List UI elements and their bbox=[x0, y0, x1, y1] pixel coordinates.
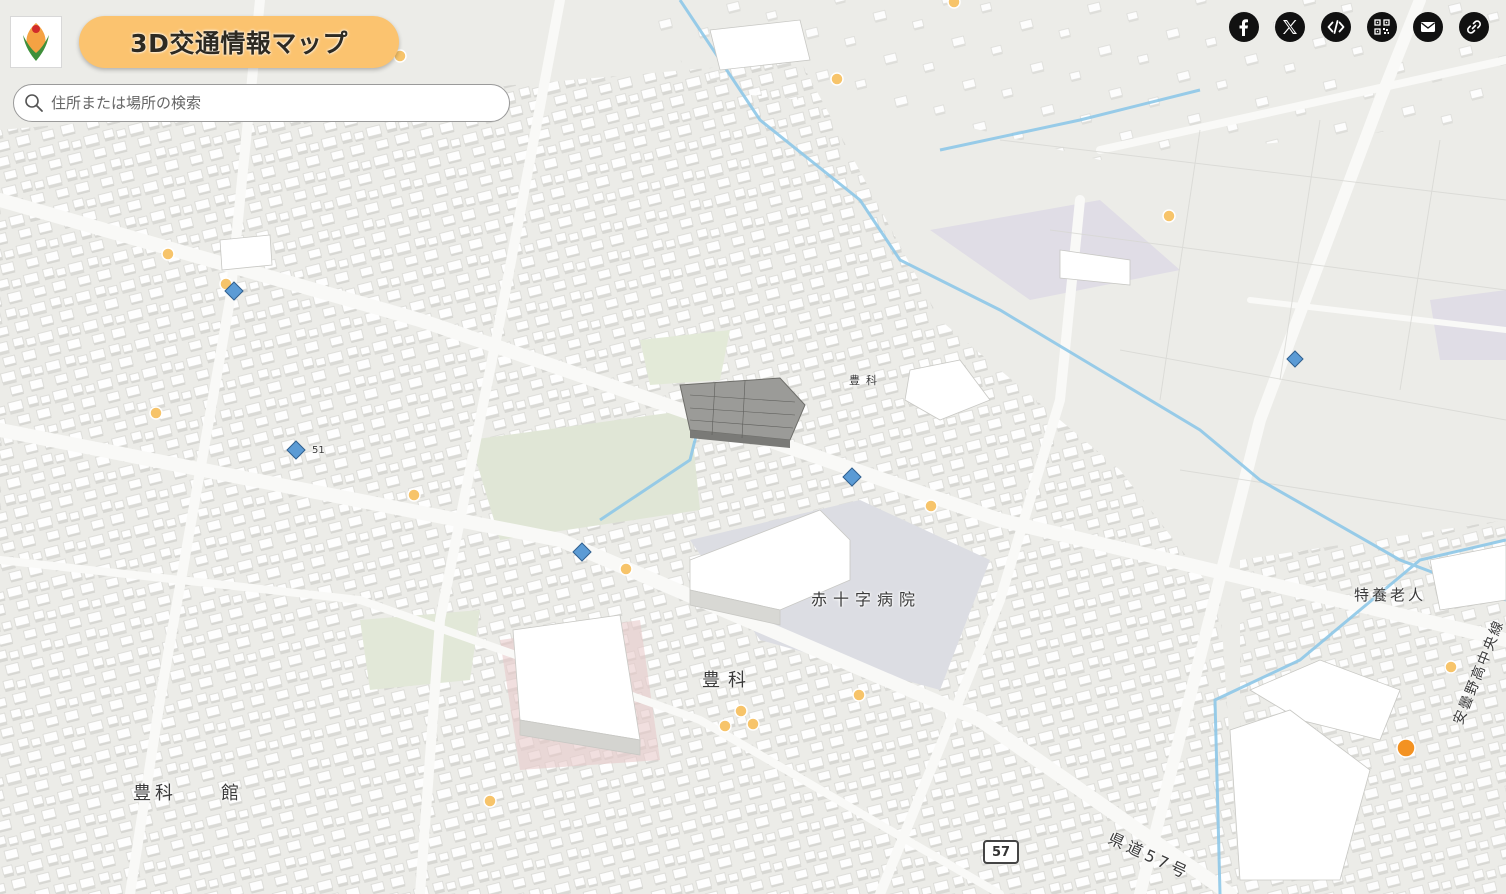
logo[interactable] bbox=[10, 16, 62, 68]
facebook-share-button[interactable] bbox=[1229, 12, 1259, 42]
qr-code-icon bbox=[1374, 19, 1390, 35]
map-canvas[interactable] bbox=[0, 0, 1506, 894]
search-input[interactable] bbox=[49, 87, 509, 119]
x-icon bbox=[1283, 20, 1297, 34]
embed-code-icon bbox=[1327, 20, 1345, 34]
qr-code-button[interactable] bbox=[1367, 12, 1397, 42]
email-share-button[interactable] bbox=[1413, 12, 1443, 42]
search-icon bbox=[25, 94, 43, 112]
map-label-hospital: 赤十字病院 bbox=[811, 590, 922, 609]
facebook-icon bbox=[1239, 19, 1248, 36]
municipal-emblem-icon bbox=[23, 23, 49, 61]
map-label-hall: 豊科 館 bbox=[133, 783, 243, 804]
map-label-elder-care: 特養老人 bbox=[1354, 586, 1427, 604]
map-label-road-51: 51 bbox=[312, 445, 325, 456]
embed-code-button[interactable] bbox=[1321, 12, 1351, 42]
search-box[interactable] bbox=[13, 84, 510, 122]
x-share-button[interactable] bbox=[1275, 12, 1305, 42]
link-icon bbox=[1467, 20, 1481, 34]
map-label-area-toyoshina: 豊科 bbox=[702, 670, 754, 691]
copy-link-button[interactable] bbox=[1459, 12, 1489, 42]
map-label-area-toyoshina-top: 豊科 bbox=[849, 374, 883, 387]
route-shield-57: 57 bbox=[983, 840, 1019, 864]
email-icon bbox=[1421, 22, 1435, 32]
app-title: 3D交通情報マップ bbox=[79, 16, 399, 68]
